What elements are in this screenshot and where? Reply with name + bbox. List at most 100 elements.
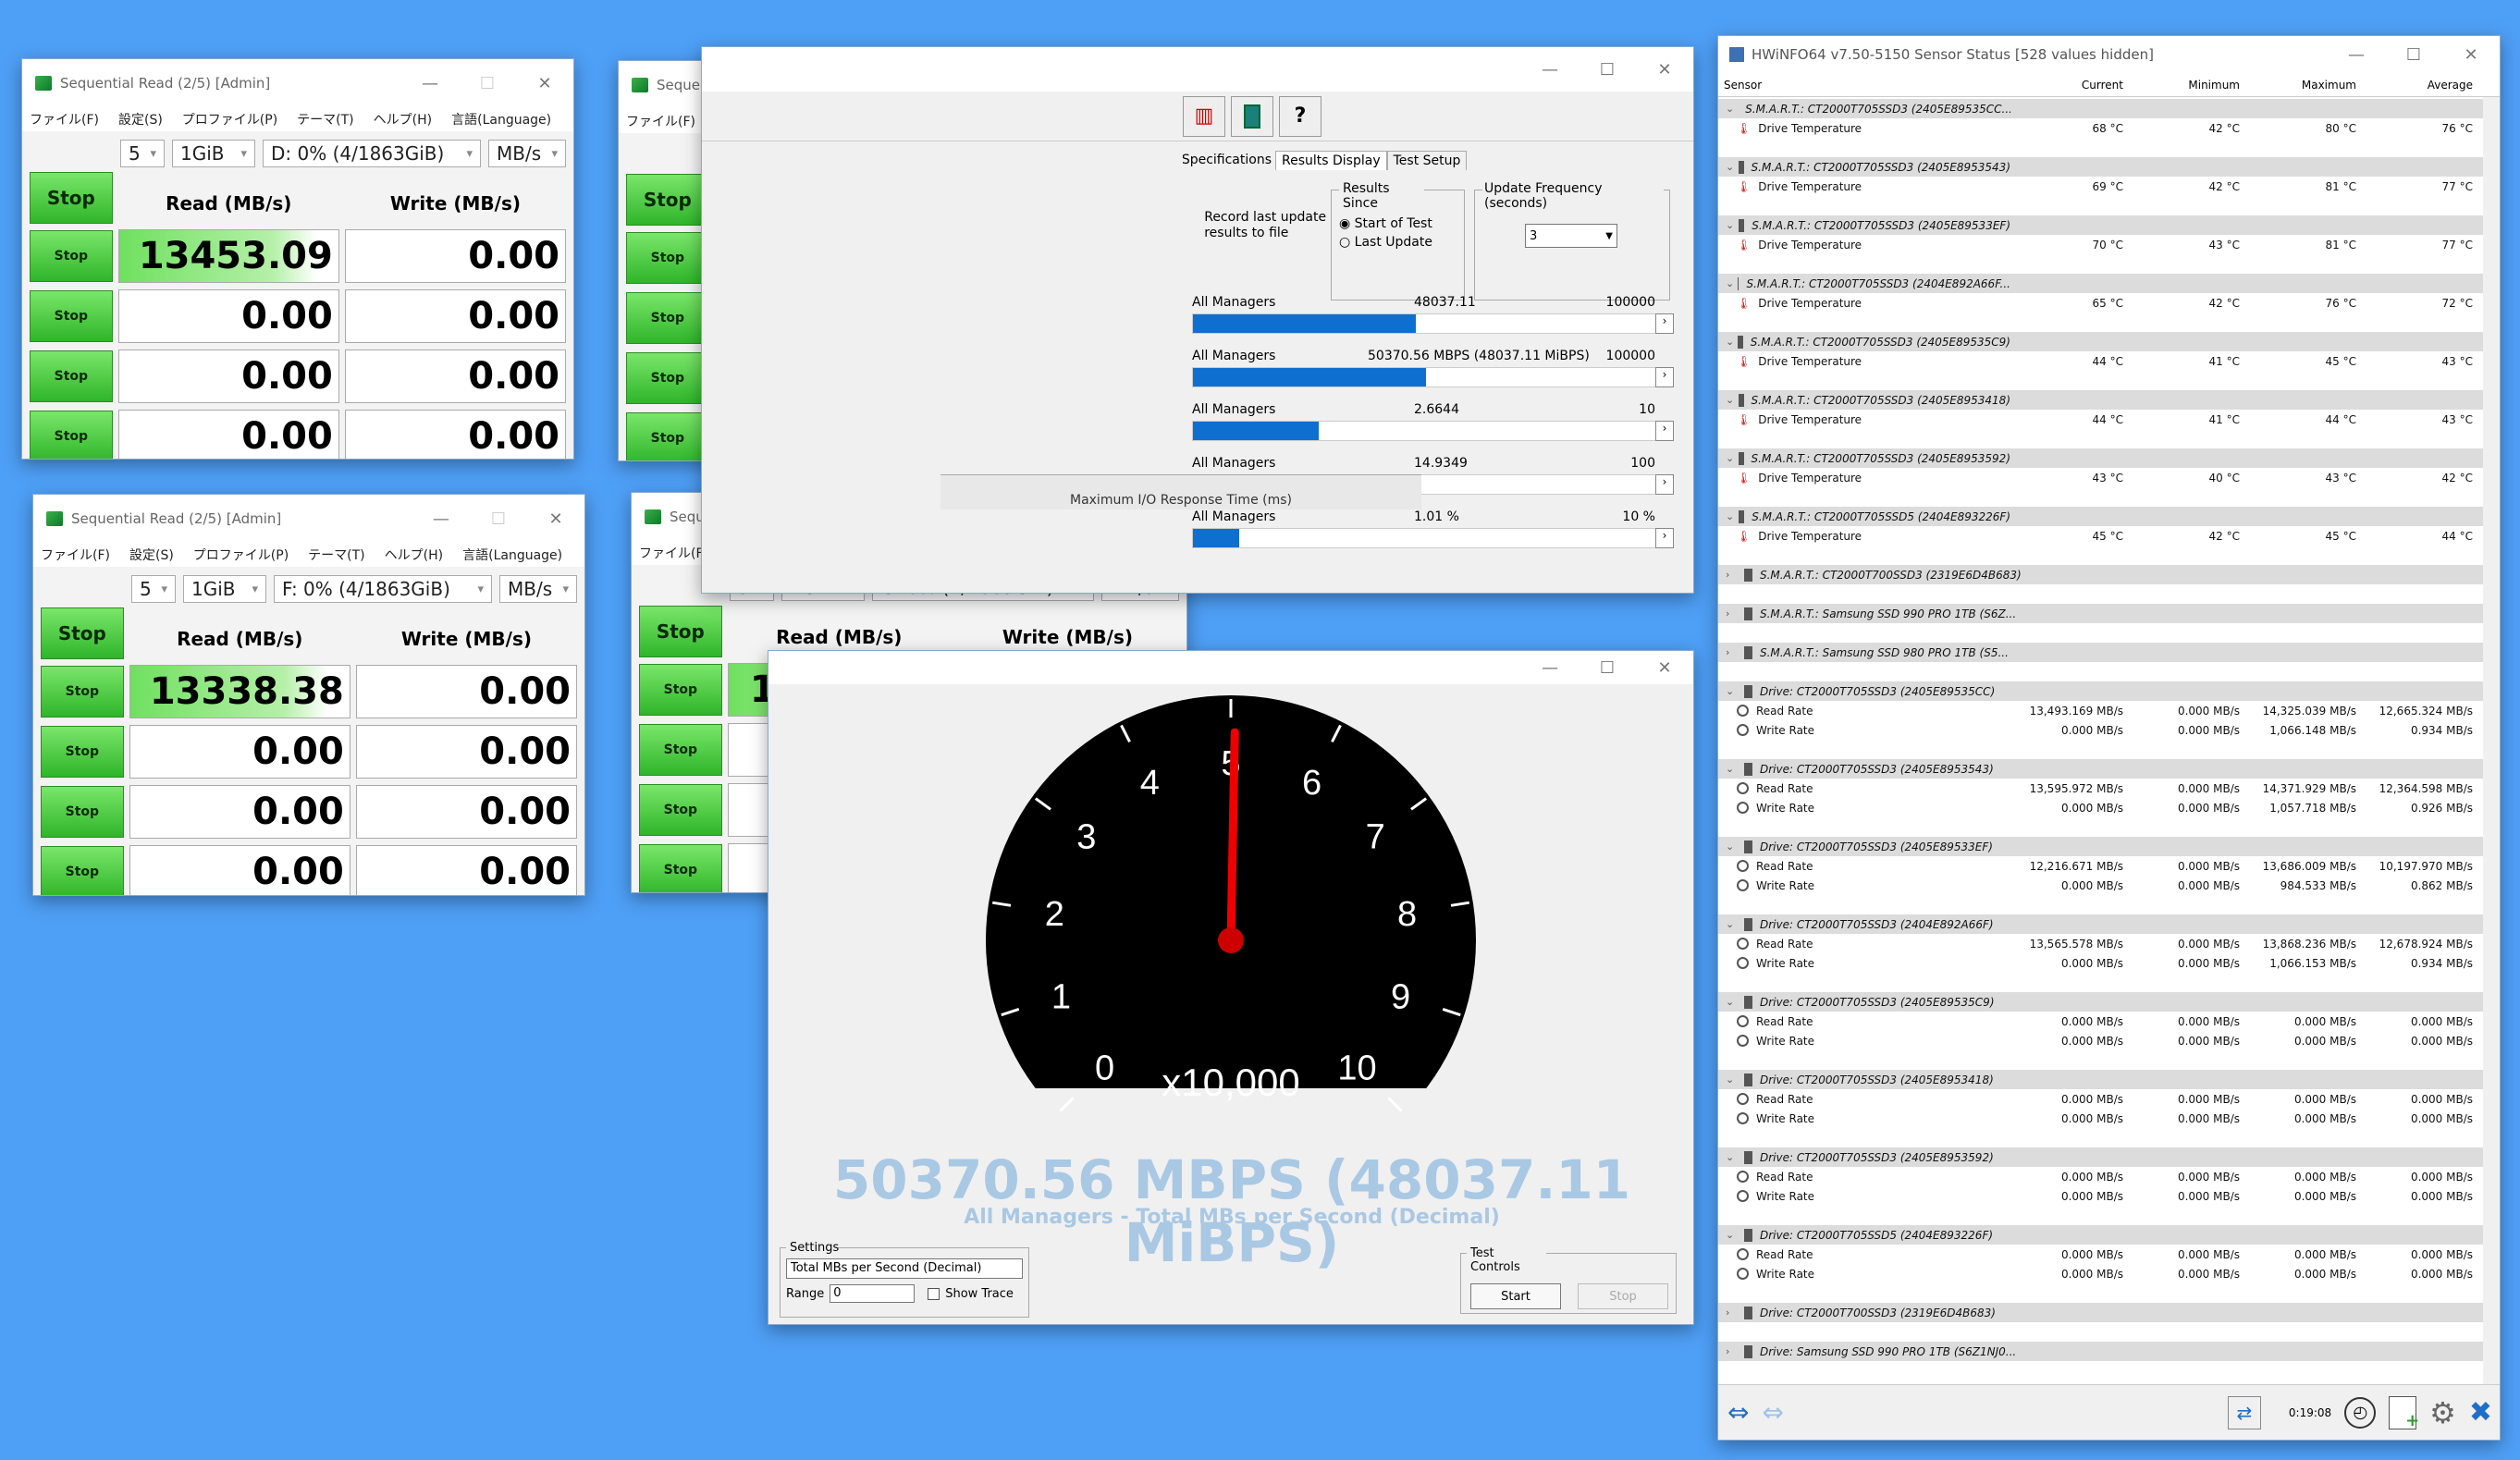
- menu-item[interactable]: 設定(S): [129, 546, 174, 564]
- settings-gear-icon[interactable]: ⚙: [2429, 1395, 2456, 1430]
- back-arrows-icon[interactable]: ⇔: [1727, 1397, 1749, 1428]
- bar-arrow-button[interactable]: ›: [1655, 421, 1674, 441]
- col-average[interactable]: Average: [2360, 79, 2477, 92]
- menu-item[interactable]: 言語(Language): [462, 546, 562, 564]
- minimize-icon[interactable]: —: [2328, 45, 2385, 65]
- help-icon[interactable]: ?: [1279, 95, 1321, 137]
- menu-item[interactable]: ヘルプ(H): [385, 546, 443, 564]
- close-hwinfo-icon[interactable]: ✖: [2469, 1396, 2492, 1429]
- close-icon[interactable]: ✕: [1636, 658, 1693, 678]
- sensor-group-header[interactable]: ⌄ Drive: CT2000T705SSD3 (2405E89535CC): [1718, 681, 2483, 701]
- size-select[interactable]: 1GiB▾: [183, 575, 266, 603]
- book-icon[interactable]: [1231, 95, 1273, 137]
- menu-item[interactable]: テーマ(T): [308, 546, 364, 564]
- workers-icon[interactable]: ▥: [1183, 95, 1225, 137]
- update-frequency-select[interactable]: 3 ▼: [1525, 224, 1617, 248]
- bar-arrow-button[interactable]: ›: [1655, 367, 1674, 387]
- menu-item[interactable]: 言語(Language): [451, 110, 551, 129]
- menu-item[interactable]: ファイル(F): [41, 546, 110, 564]
- unit-select[interactable]: MB/s▾: [499, 575, 577, 603]
- stop-button[interactable]: Stop: [41, 786, 124, 838]
- collapse-icon[interactable]: ⌄: [1726, 996, 1740, 1008]
- bar-arrow-button[interactable]: ›: [1655, 313, 1674, 334]
- sensor-group-header[interactable]: ⌄ Drive: CT2000T705SSD3 (2405E89533EF): [1718, 837, 2483, 856]
- stop-button[interactable]: Stop: [639, 664, 722, 716]
- maximize-icon[interactable]: ☐: [470, 509, 527, 529]
- stop-button[interactable]: Stop: [626, 412, 709, 460]
- menu-item[interactable]: ファイル(F): [639, 544, 708, 562]
- stop-button[interactable]: Stop: [30, 411, 113, 459]
- stop-all-button[interactable]: Stop: [639, 606, 722, 657]
- sensor-group-header[interactable]: › S.M.A.R.T.: CT2000T700SSD3 (2319E6D4B68…: [1718, 565, 2483, 584]
- menu-item[interactable]: プロファイル(P): [182, 110, 277, 129]
- expand-icon[interactable]: ›: [1726, 646, 1740, 658]
- report-icon[interactable]: +: [2389, 1395, 2419, 1430]
- stop-button[interactable]: Stop: [626, 232, 709, 284]
- menu-item[interactable]: ファイル(F): [30, 110, 99, 129]
- start-of-test-radio[interactable]: ◉ Start of Test: [1339, 216, 1457, 231]
- sensor-group-header[interactable]: › S.M.A.R.T.: Samsung SSD 980 PRO 1TB (S5…: [1718, 643, 2483, 662]
- maximize-icon[interactable]: ☐: [2385, 45, 2442, 65]
- menu-item[interactable]: テーマ(T): [297, 110, 353, 129]
- collapse-icon[interactable]: ⌄: [1726, 277, 1734, 289]
- forward-arrows-icon[interactable]: ⇔: [1762, 1397, 1783, 1428]
- stop-button[interactable]: Stop: [30, 290, 113, 342]
- sensor-group-header[interactable]: ⌄ S.M.A.R.T.: CT2000T705SSD3 (2405E895359…: [1718, 448, 2483, 468]
- sensor-group-header[interactable]: ⌄ Drive: CT2000T705SSD5 (2404E893226F): [1718, 1225, 2483, 1245]
- stop-button[interactable]: Stop: [1578, 1283, 1668, 1309]
- tab-test-setup[interactable]: Test Setup: [1386, 151, 1468, 170]
- col-sensor[interactable]: Sensor: [1718, 79, 2010, 92]
- last-update-radio[interactable]: ○ Last Update: [1339, 235, 1457, 250]
- expand-icon[interactable]: ›: [1726, 1307, 1740, 1319]
- close-icon[interactable]: ✕: [516, 74, 573, 93]
- collapse-icon[interactable]: ⌄: [1726, 685, 1740, 697]
- sensor-group-header[interactable]: ⌄ Drive: CT2000T705SSD3 (2405E8953592): [1718, 1147, 2483, 1167]
- range-input[interactable]: 0: [830, 1284, 916, 1303]
- show-trace-checkbox[interactable]: [928, 1287, 940, 1300]
- sensor-group-header[interactable]: ⌄ S.M.A.R.T.: CT2000T705SSD3 (2405E895341…: [1718, 390, 2483, 410]
- drive-select[interactable]: D: 0% (4/1863GiB) ▾: [263, 140, 481, 167]
- tab-results-display[interactable]: Results Display: [1275, 151, 1387, 170]
- stop-button[interactable]: Stop: [30, 230, 113, 282]
- stop-button[interactable]: Stop: [626, 352, 709, 404]
- clock-icon[interactable]: ◴: [2344, 1396, 2377, 1429]
- stop-all-button[interactable]: Stop: [626, 174, 709, 226]
- stop-button[interactable]: Stop: [639, 724, 722, 776]
- collapse-icon[interactable]: ⌄: [1726, 103, 1734, 115]
- minimize-icon[interactable]: —: [1521, 658, 1579, 678]
- maximize-icon[interactable]: ☐: [1579, 658, 1636, 678]
- collapse-icon[interactable]: ⌄: [1726, 840, 1740, 853]
- collapse-icon[interactable]: ⌄: [1726, 336, 1734, 348]
- menu-item[interactable]: プロファイル(P): [193, 546, 289, 564]
- collapse-icon[interactable]: ⌄: [1726, 918, 1740, 930]
- bar-arrow-button[interactable]: ›: [1655, 528, 1674, 548]
- bar-arrow-button[interactable]: ›: [1655, 474, 1674, 495]
- menu-item[interactable]: ファイル(F): [626, 112, 695, 130]
- stop-all-button[interactable]: Stop: [41, 607, 124, 659]
- sensor-group-header[interactable]: ⌄ S.M.A.R.T.: CT2000T705SSD3 (2405E895354…: [1718, 157, 2483, 177]
- expand-icon[interactable]: ›: [1726, 569, 1740, 581]
- sensor-group-header[interactable]: ⌄ Drive: CT2000T705SSD3 (2405E8953543): [1718, 759, 2483, 779]
- stop-button[interactable]: Stop: [30, 350, 113, 402]
- unit-select[interactable]: MB/s▾: [488, 140, 566, 167]
- count-select[interactable]: 5▾: [131, 575, 176, 603]
- sensor-group-header[interactable]: › S.M.A.R.T.: Samsung SSD 990 PRO 1TB (S6…: [1718, 604, 2483, 623]
- sensor-group-header[interactable]: ⌄ S.M.A.R.T.: CT2000T705SSD3 (2405E89535C…: [1718, 332, 2483, 351]
- stop-button[interactable]: Stop: [639, 784, 722, 836]
- sensor-group-header[interactable]: ⌄ Drive: CT2000T705SSD3 (2405E8953418): [1718, 1070, 2483, 1089]
- count-select[interactable]: 5▾: [120, 140, 165, 167]
- tab-specifications[interactable]: Specifications: [1183, 151, 1275, 170]
- expand-icon[interactable]: ›: [1726, 1345, 1740, 1357]
- sensor-group-header[interactable]: › Drive: Samsung SSD 990 PRO 1TB (S6Z1NJ0…: [1718, 1342, 2483, 1361]
- close-icon[interactable]: ✕: [1636, 60, 1693, 80]
- sensor-group-header[interactable]: ⌄ S.M.A.R.T.: CT2000T705SSD3 (2405E89533E…: [1718, 215, 2483, 235]
- menu-item[interactable]: ヘルプ(H): [374, 110, 432, 129]
- network-icon[interactable]: ⇄: [2227, 1395, 2261, 1429]
- minimize-icon[interactable]: —: [1521, 60, 1579, 80]
- sensor-group-header[interactable]: ⌄ Drive: CT2000T705SSD3 (2404E892A66F): [1718, 914, 2483, 934]
- maximize-icon[interactable]: ☐: [1579, 60, 1636, 80]
- sensor-group-header[interactable]: ⌄ S.M.A.R.T.: CT2000T705SSD3 (2404E892A66…: [1718, 274, 2483, 293]
- expand-icon[interactable]: ›: [1726, 607, 1740, 620]
- collapse-icon[interactable]: ⌄: [1726, 1229, 1740, 1241]
- sensor-group-header[interactable]: ⌄ Drive: CT2000T705SSD3 (2405E89535C9): [1718, 992, 2483, 1012]
